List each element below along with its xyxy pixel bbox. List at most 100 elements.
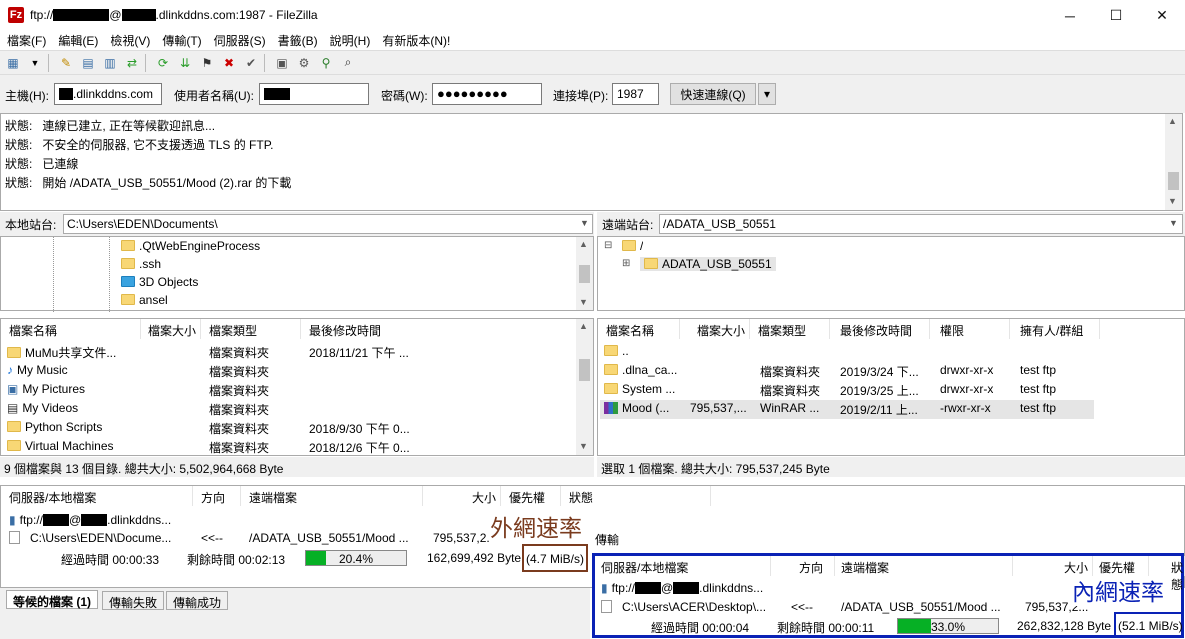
menu-transfer[interactable]: 傳輸(T) bbox=[162, 32, 201, 49]
column-header[interactable]: 最後修改時間 bbox=[830, 319, 930, 339]
column-header[interactable]: 大小 bbox=[423, 486, 501, 506]
column-header[interactable]: 遠端檔案 bbox=[835, 556, 1013, 576]
column-header[interactable]: 大小 bbox=[1013, 556, 1093, 576]
directory-listing-filter-icon[interactable]: ▣ bbox=[273, 54, 291, 72]
menu-bookmarks[interactable]: 書籤(B) bbox=[278, 32, 318, 49]
scroll-up-icon[interactable]: ▲ bbox=[579, 321, 588, 331]
column-header[interactable]: 伺服器/本地檔案 bbox=[595, 556, 771, 576]
tree-item[interactable]: ansel bbox=[121, 293, 168, 307]
sync-browse-icon[interactable]: ⚲ bbox=[317, 54, 335, 72]
remote-path-input[interactable]: /ADATA_USB_50551 bbox=[659, 214, 1183, 234]
local-tree-icon[interactable]: ▤ bbox=[79, 54, 97, 72]
maximize-button[interactable]: ☐ bbox=[1093, 0, 1139, 31]
column-header[interactable]: 優先權 bbox=[501, 486, 561, 506]
log-scrollbar[interactable]: ▲ ▼ bbox=[1165, 114, 1182, 210]
local-path-dropdown-icon[interactable]: ▼ bbox=[580, 218, 589, 228]
queue-file-row[interactable]: C:\Users\ACER\Desktop\... bbox=[601, 600, 775, 614]
list-item[interactable]: ♪ My Music bbox=[7, 363, 137, 377]
search-icon[interactable]: ⌕ bbox=[339, 54, 357, 72]
tree-item[interactable]: ADATA_USB_50551 bbox=[640, 257, 776, 271]
column-header[interactable]: 伺服器/本地檔案 bbox=[1, 486, 193, 506]
scroll-down-icon[interactable]: ▼ bbox=[579, 297, 588, 307]
tree-item[interactable]: .QtWebEngineProcess bbox=[121, 239, 260, 253]
lan-speed-label: 內網速率 bbox=[1072, 578, 1164, 606]
refresh-icon[interactable]: ⟳ bbox=[154, 54, 172, 72]
column-header[interactable]: 狀態 bbox=[561, 486, 711, 506]
password-input[interactable]: ●●●●●●●●● bbox=[432, 83, 542, 105]
process-queue-icon[interactable]: ⇊ bbox=[176, 54, 194, 72]
queue-file-row[interactable]: C:\Users\EDEN\Docume... bbox=[9, 531, 195, 545]
toggle-filter-icon[interactable]: ⚙ bbox=[295, 54, 313, 72]
column-header[interactable]: 方向 bbox=[193, 486, 241, 506]
minimize-button[interactable]: ─ bbox=[1047, 0, 1093, 31]
list-item[interactable]: Mood (... bbox=[604, 401, 684, 415]
local-tree-scrollbar[interactable]: ▲ ▼ bbox=[576, 237, 593, 310]
expand-icon[interactable]: ⊞ bbox=[622, 258, 630, 269]
close-button[interactable]: ✕ bbox=[1139, 0, 1185, 31]
message-log-icon[interactable]: ✎ bbox=[57, 54, 75, 72]
remote-status: 選取 1 個檔案. 總共大小: 795,537,245 Byte bbox=[597, 457, 1185, 477]
column-header[interactable]: 檔案名稱 bbox=[1, 319, 141, 339]
menu-view[interactable]: 檢視(V) bbox=[110, 32, 150, 49]
disconnect-icon[interactable]: ✖ bbox=[220, 54, 238, 72]
tab-failed-transfers[interactable]: 傳輸失敗 bbox=[102, 591, 165, 610]
column-header[interactable]: 檔案名稱 bbox=[598, 319, 680, 339]
scroll-up-icon[interactable]: ▲ bbox=[579, 239, 588, 249]
menu-server[interactable]: 伺服器(S) bbox=[214, 32, 266, 49]
list-item[interactable]: Virtual Machines bbox=[7, 439, 137, 453]
local-path-input[interactable]: C:\Users\EDEN\Documents\ bbox=[63, 214, 593, 234]
port-input[interactable]: 1987 bbox=[612, 83, 659, 105]
column-header[interactable]: 權限 bbox=[930, 319, 1010, 339]
column-header[interactable]: 最後修改時間 bbox=[301, 319, 581, 339]
tab-queued-files[interactable]: 等候的檔案 (1) bbox=[6, 590, 99, 609]
menu-help[interactable]: 說明(H) bbox=[330, 32, 371, 49]
collapse-icon[interactable]: ⊟ bbox=[604, 240, 612, 251]
tab-successful-transfers[interactable]: 傳輸成功 bbox=[166, 591, 229, 610]
folder-icon bbox=[121, 240, 135, 251]
column-header[interactable]: 檔案類型 bbox=[750, 319, 830, 339]
tree-item-root[interactable]: / bbox=[622, 239, 643, 253]
menu-edit[interactable]: 編輯(E) bbox=[58, 32, 98, 49]
quickconnect-dropdown-icon[interactable]: ▾ bbox=[758, 83, 776, 105]
queue-server-row[interactable]: ▮ ftp://@ .dlinkddns... bbox=[601, 581, 763, 595]
scroll-down-icon[interactable]: ▼ bbox=[1168, 196, 1177, 206]
queue-server-row[interactable]: ▮ ftp://@ .dlinkddns... bbox=[9, 513, 171, 527]
column-header[interactable]: 檔案類型 bbox=[201, 319, 301, 339]
remote-path-dropdown-icon[interactable]: ▼ bbox=[1169, 218, 1178, 228]
local-list-scrollbar[interactable]: ▲ ▼ bbox=[576, 319, 593, 455]
dropdown-arrow-icon[interactable]: ▼ bbox=[26, 54, 44, 72]
scroll-up-icon[interactable]: ▲ bbox=[1168, 116, 1177, 126]
column-header[interactable]: 遠端檔案 bbox=[241, 486, 423, 506]
quickconnect-button[interactable]: 快速連線(Q) bbox=[670, 83, 756, 105]
cancel-icon[interactable]: ⚑ bbox=[198, 54, 216, 72]
column-header[interactable]: 方向 bbox=[771, 556, 835, 576]
scroll-down-icon[interactable]: ▼ bbox=[579, 441, 588, 451]
username-label: 使用者名稱(U): bbox=[174, 89, 254, 103]
column-header[interactable]: 狀態 bbox=[1149, 556, 1185, 592]
site-manager-icon[interactable]: ▦ bbox=[4, 54, 22, 72]
list-item[interactable]: ▤ My Videos bbox=[7, 401, 137, 415]
window-title: ftp://@ .dlinkddns.com:1987 - FileZilla bbox=[30, 8, 318, 22]
folder-icon bbox=[604, 345, 618, 356]
list-item[interactable]: MuMu共享文件... bbox=[7, 344, 137, 361]
list-item[interactable]: .. bbox=[604, 344, 629, 358]
server-icon: ▮ bbox=[9, 513, 16, 527]
transfer-queue-icon[interactable]: ⇄ bbox=[123, 54, 141, 72]
remote-tree-icon[interactable]: ▥ bbox=[101, 54, 119, 72]
username-input[interactable] bbox=[259, 83, 369, 105]
tree-item[interactable]: .ssh bbox=[121, 257, 161, 271]
list-item[interactable]: ▣ My Pictures bbox=[7, 382, 137, 396]
column-header[interactable]: 檔案大小 bbox=[141, 319, 201, 339]
list-item[interactable]: Python Scripts bbox=[7, 420, 137, 434]
column-header[interactable]: 檔案大小 bbox=[680, 319, 750, 339]
menu-file[interactable]: 檔案(F) bbox=[7, 32, 46, 49]
host-input[interactable]: .dlinkddns.com bbox=[54, 83, 162, 105]
list-item[interactable]: System ... bbox=[604, 382, 684, 396]
quickconnect-bar: 主機(H): .dlinkddns.com 使用者名稱(U): 密碼(W): ●… bbox=[0, 75, 1185, 113]
menu-new-version[interactable]: 有新版本(N)! bbox=[382, 32, 450, 49]
column-header[interactable]: 擁有人/群組 bbox=[1010, 319, 1100, 339]
reconnect-icon[interactable]: ✔ bbox=[242, 54, 260, 72]
list-item[interactable]: .dlna_ca... bbox=[604, 363, 684, 377]
column-header[interactable]: 優先權 bbox=[1093, 556, 1149, 576]
tree-item[interactable]: 3D Objects bbox=[121, 275, 198, 289]
